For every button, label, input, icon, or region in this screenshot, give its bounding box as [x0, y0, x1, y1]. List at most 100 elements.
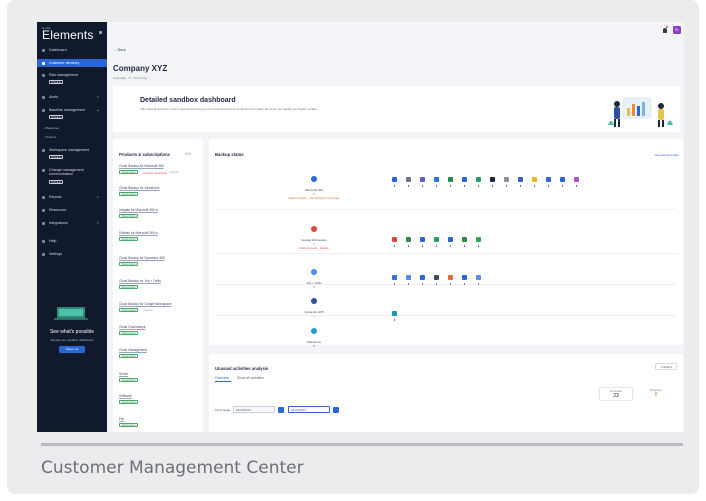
product-link[interactable]: Server — [119, 372, 128, 376]
product-link[interactable]: Cloud Backup for Salesforce — [119, 186, 159, 190]
baseline-icon — [42, 109, 45, 112]
product-link[interactable]: Software — [119, 394, 132, 398]
outlook-icon[interactable] — [392, 177, 397, 182]
time-range-label: Time range — [215, 408, 231, 412]
jira-tools-icon[interactable] — [434, 275, 439, 280]
show-me-button[interactable]: Show me — [59, 346, 85, 353]
calendar-app-icon[interactable] — [504, 177, 509, 182]
google-shared-drive-icon[interactable] — [448, 237, 453, 242]
subscription-badge: Subscription — [119, 423, 139, 428]
product-link[interactable]: Cloud Backup for Dynamics 365 — [119, 256, 165, 260]
backup-system-google[interactable]: Google Workspace • Failing tenants · Det… — [244, 219, 384, 250]
contacts-app-icon[interactable] — [518, 177, 523, 182]
jira-filters-icon[interactable] — [448, 275, 453, 280]
chevron-up-icon: ▴ — [97, 108, 99, 112]
jira-icon — [311, 269, 317, 275]
product-link[interactable]: Insights for Microsoft 365 ⧉ — [119, 208, 158, 212]
subscription-badge: Subscription — [119, 214, 139, 219]
backup-warning[interactable]: Failing tenants · Last backup 2 hours ag… — [244, 196, 384, 200]
analytics-illustration — [608, 97, 673, 127]
calendar-icon[interactable] — [278, 406, 284, 413]
product-link[interactable]: Cloud Backup for Microsoft 365 — [119, 164, 163, 168]
product-link[interactable]: Cloud Backup for Google Workspace — [119, 302, 171, 306]
sidebar-item-customer-directory[interactable]: Customer directory — [37, 59, 107, 67]
subscription-badge: Subscription — [119, 331, 139, 336]
trello-icon[interactable] — [462, 275, 467, 280]
backup-status-dot — [421, 245, 424, 247]
export-button[interactable]: ⇩ Export — [655, 363, 677, 370]
jira-boards-icon[interactable] — [420, 275, 425, 280]
help-icon — [42, 240, 45, 243]
divider — [215, 315, 677, 316]
backup-status-dot — [505, 185, 508, 187]
backup-system-dynamics[interactable]: Dynamics 365 • — [244, 291, 384, 318]
backup-status-dot — [435, 185, 438, 187]
view-backup-link[interactable]: View backup details — [654, 153, 679, 157]
calendar-icon[interactable] — [333, 406, 339, 413]
jira-projects-icon[interactable] — [406, 275, 411, 280]
settings-app-icon[interactable] — [406, 177, 411, 182]
upgrade-link[interactable]: Upgrade — [169, 171, 179, 174]
trial-warning: Trial (30 remaining) — [143, 171, 168, 175]
google-chat-icon[interactable] — [476, 237, 481, 242]
tab-overview[interactable]: Overview — [215, 376, 229, 380]
product-link[interactable]: Policies for Microsoft 365 ⧉ — [119, 231, 158, 235]
notification-bell-icon[interactable] — [663, 28, 667, 33]
plug-icon — [42, 222, 45, 225]
google-sites-icon[interactable] — [462, 237, 467, 242]
dynamics-app-icon[interactable] — [392, 311, 397, 316]
trello-boards-icon[interactable] — [476, 275, 481, 280]
groups-icon[interactable] — [490, 177, 495, 182]
google-drive-icon[interactable] — [434, 237, 439, 242]
backup-system-salesforce[interactable]: Salesforce • — [244, 321, 384, 348]
tab-show-all-activities[interactable]: Show all activities — [237, 376, 264, 380]
promo-title: See what's possible — [49, 329, 95, 335]
banner-text: This sample customer tenant view shows h… — [140, 107, 319, 111]
back-link[interactable]: ← Back — [113, 48, 126, 52]
avatar[interactable]: PL — [673, 26, 681, 34]
exchange-icon[interactable] — [462, 177, 467, 182]
upgrade-link[interactable]: Upgrade — [143, 309, 153, 312]
date-to-input[interactable]: 03/16/2023 — [288, 406, 330, 413]
sharepoint-icon[interactable] — [448, 177, 453, 182]
products-count[interactable]: 10 ▾ — [185, 152, 191, 156]
sidebar-subitem-baselines[interactable]: • Baselines — [44, 126, 59, 130]
teams-icon[interactable] — [420, 177, 425, 182]
date-from-input[interactable]: 03/15/2023 — [233, 406, 275, 413]
forms-icon[interactable] — [546, 177, 551, 182]
subscription-badge: Subscription — [119, 285, 139, 290]
google-icon — [311, 226, 317, 232]
planner-icon[interactable] — [476, 177, 481, 182]
google-calendar-icon[interactable] — [406, 237, 411, 242]
backup-warning[interactable]: Failing tenants · Details — [244, 246, 384, 250]
backup-status-dot — [477, 245, 480, 247]
backup-status-dot — [463, 245, 466, 247]
product-link[interactable]: Cloud Management — [119, 348, 147, 352]
subscription-badge: Subscription — [119, 237, 139, 242]
subscription-badge: Subscription — [119, 262, 139, 267]
active-tab-indicator — [215, 381, 231, 382]
gmail-icon[interactable] — [392, 237, 397, 242]
product-link[interactable]: Cloud Governance — [119, 325, 146, 329]
collapse-icon[interactable] — [99, 31, 102, 34]
jira-issues-icon[interactable] — [392, 275, 397, 280]
backup-status-dot — [449, 245, 452, 247]
onedrive-icon[interactable] — [434, 177, 439, 182]
google-contacts-icon[interactable] — [420, 237, 425, 242]
product-link[interactable]: Cloud Backup for Jira + Trello — [119, 279, 161, 283]
backup-status-dot — [547, 185, 550, 187]
power-apps-icon[interactable] — [574, 177, 579, 182]
bell-icon — [42, 96, 45, 99]
subscription-badge: Subscription — [119, 354, 139, 359]
products-title: Products & subscriptions — [119, 152, 170, 157]
megaphone-icon — [42, 169, 45, 172]
divider — [215, 284, 677, 285]
product-link[interactable]: File — [119, 417, 124, 421]
sidebar-subitem-tenants[interactable]: • Tenants — [44, 135, 56, 139]
shield-icon — [42, 74, 45, 77]
backup-system-m365[interactable]: Microsoft 365 • Failing tenants · Last b… — [244, 169, 384, 200]
power-bi-icon[interactable] — [532, 177, 537, 182]
stream-icon[interactable] — [560, 177, 565, 182]
subscription-badge: Subscription — [119, 308, 139, 313]
backup-status-dot — [393, 245, 396, 247]
